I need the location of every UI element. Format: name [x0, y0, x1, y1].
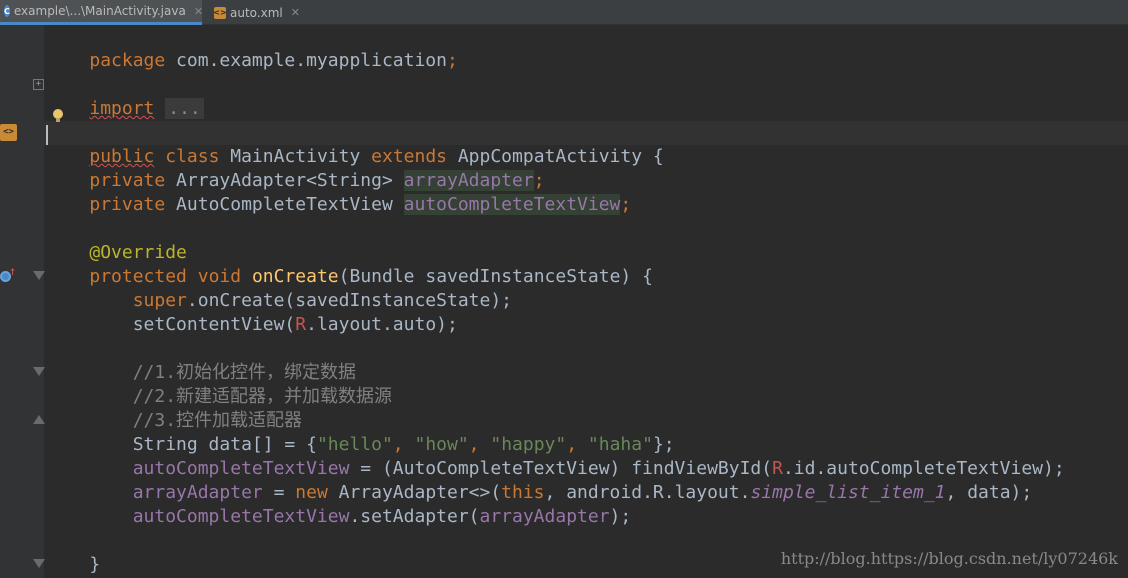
fold-expand-icon[interactable]: +	[33, 79, 44, 90]
code-comment: //2.新建适配器，并加载数据源	[132, 386, 393, 407]
code-line: package com.example.myapplication;	[89, 50, 458, 71]
code-comment: //1.初始化控件，绑定数据	[132, 362, 357, 383]
java-class-icon: C	[4, 5, 10, 17]
code-line: @Override	[89, 242, 187, 263]
related-xml-icon[interactable]: <>	[0, 124, 17, 141]
text-cursor	[46, 125, 48, 145]
fold-collapse-icon[interactable]	[33, 367, 45, 376]
code-line: setContentView(R.layout.auto);	[132, 314, 458, 335]
fold-collapse-icon[interactable]	[33, 559, 45, 568]
code-line: private ArrayAdapter<String> arrayAdapte…	[89, 170, 545, 191]
xml-file-icon: <>	[213, 6, 227, 19]
tab-auto-xml[interactable]: <> auto.xml ✕	[210, 0, 306, 25]
editor-tab-bar: C example\...\MainActivity.java ✕ <> aut…	[0, 0, 1128, 25]
editor-gutter: + <> ↑	[0, 25, 45, 578]
fold-collapse-icon[interactable]	[33, 271, 45, 280]
code-line: autoCompleteTextView.setAdapter(arrayAda…	[132, 506, 632, 527]
fold-end-icon[interactable]	[33, 415, 45, 424]
code-line: public class MainActivity extends AppCom…	[89, 146, 664, 167]
code-line: protected void onCreate(Bundle savedInst…	[89, 266, 653, 287]
code-line: autoCompleteTextView = (AutoCompleteText…	[132, 458, 1065, 479]
code-line: super.onCreate(savedInstanceState);	[132, 290, 512, 311]
watermark: http://blog.https://blog.csdn.net/ly0724…	[780, 549, 1118, 568]
tab-label: example\...\MainActivity.java	[13, 4, 186, 18]
tab-label: auto.xml	[230, 5, 283, 20]
override-arrow-icon: ↑	[9, 264, 17, 278]
code-line: private AutoCompleteTextView autoComplet…	[89, 194, 632, 215]
folded-imports[interactable]: ...	[165, 98, 204, 119]
code-line: String data[] = {"hello", "how", "happy"…	[132, 434, 675, 455]
code-line: arrayAdapter = new ArrayAdapter<>(this, …	[132, 482, 1033, 503]
code-line: }	[89, 554, 101, 575]
tab-mainactivity-java[interactable]: C example\...\MainActivity.java ✕	[0, 0, 203, 25]
close-icon[interactable]: ✕	[291, 6, 300, 19]
code-comment: //3.控件加载适配器	[132, 410, 303, 431]
code-line: import ...	[46, 73, 204, 119]
close-icon[interactable]: ✕	[194, 5, 203, 18]
